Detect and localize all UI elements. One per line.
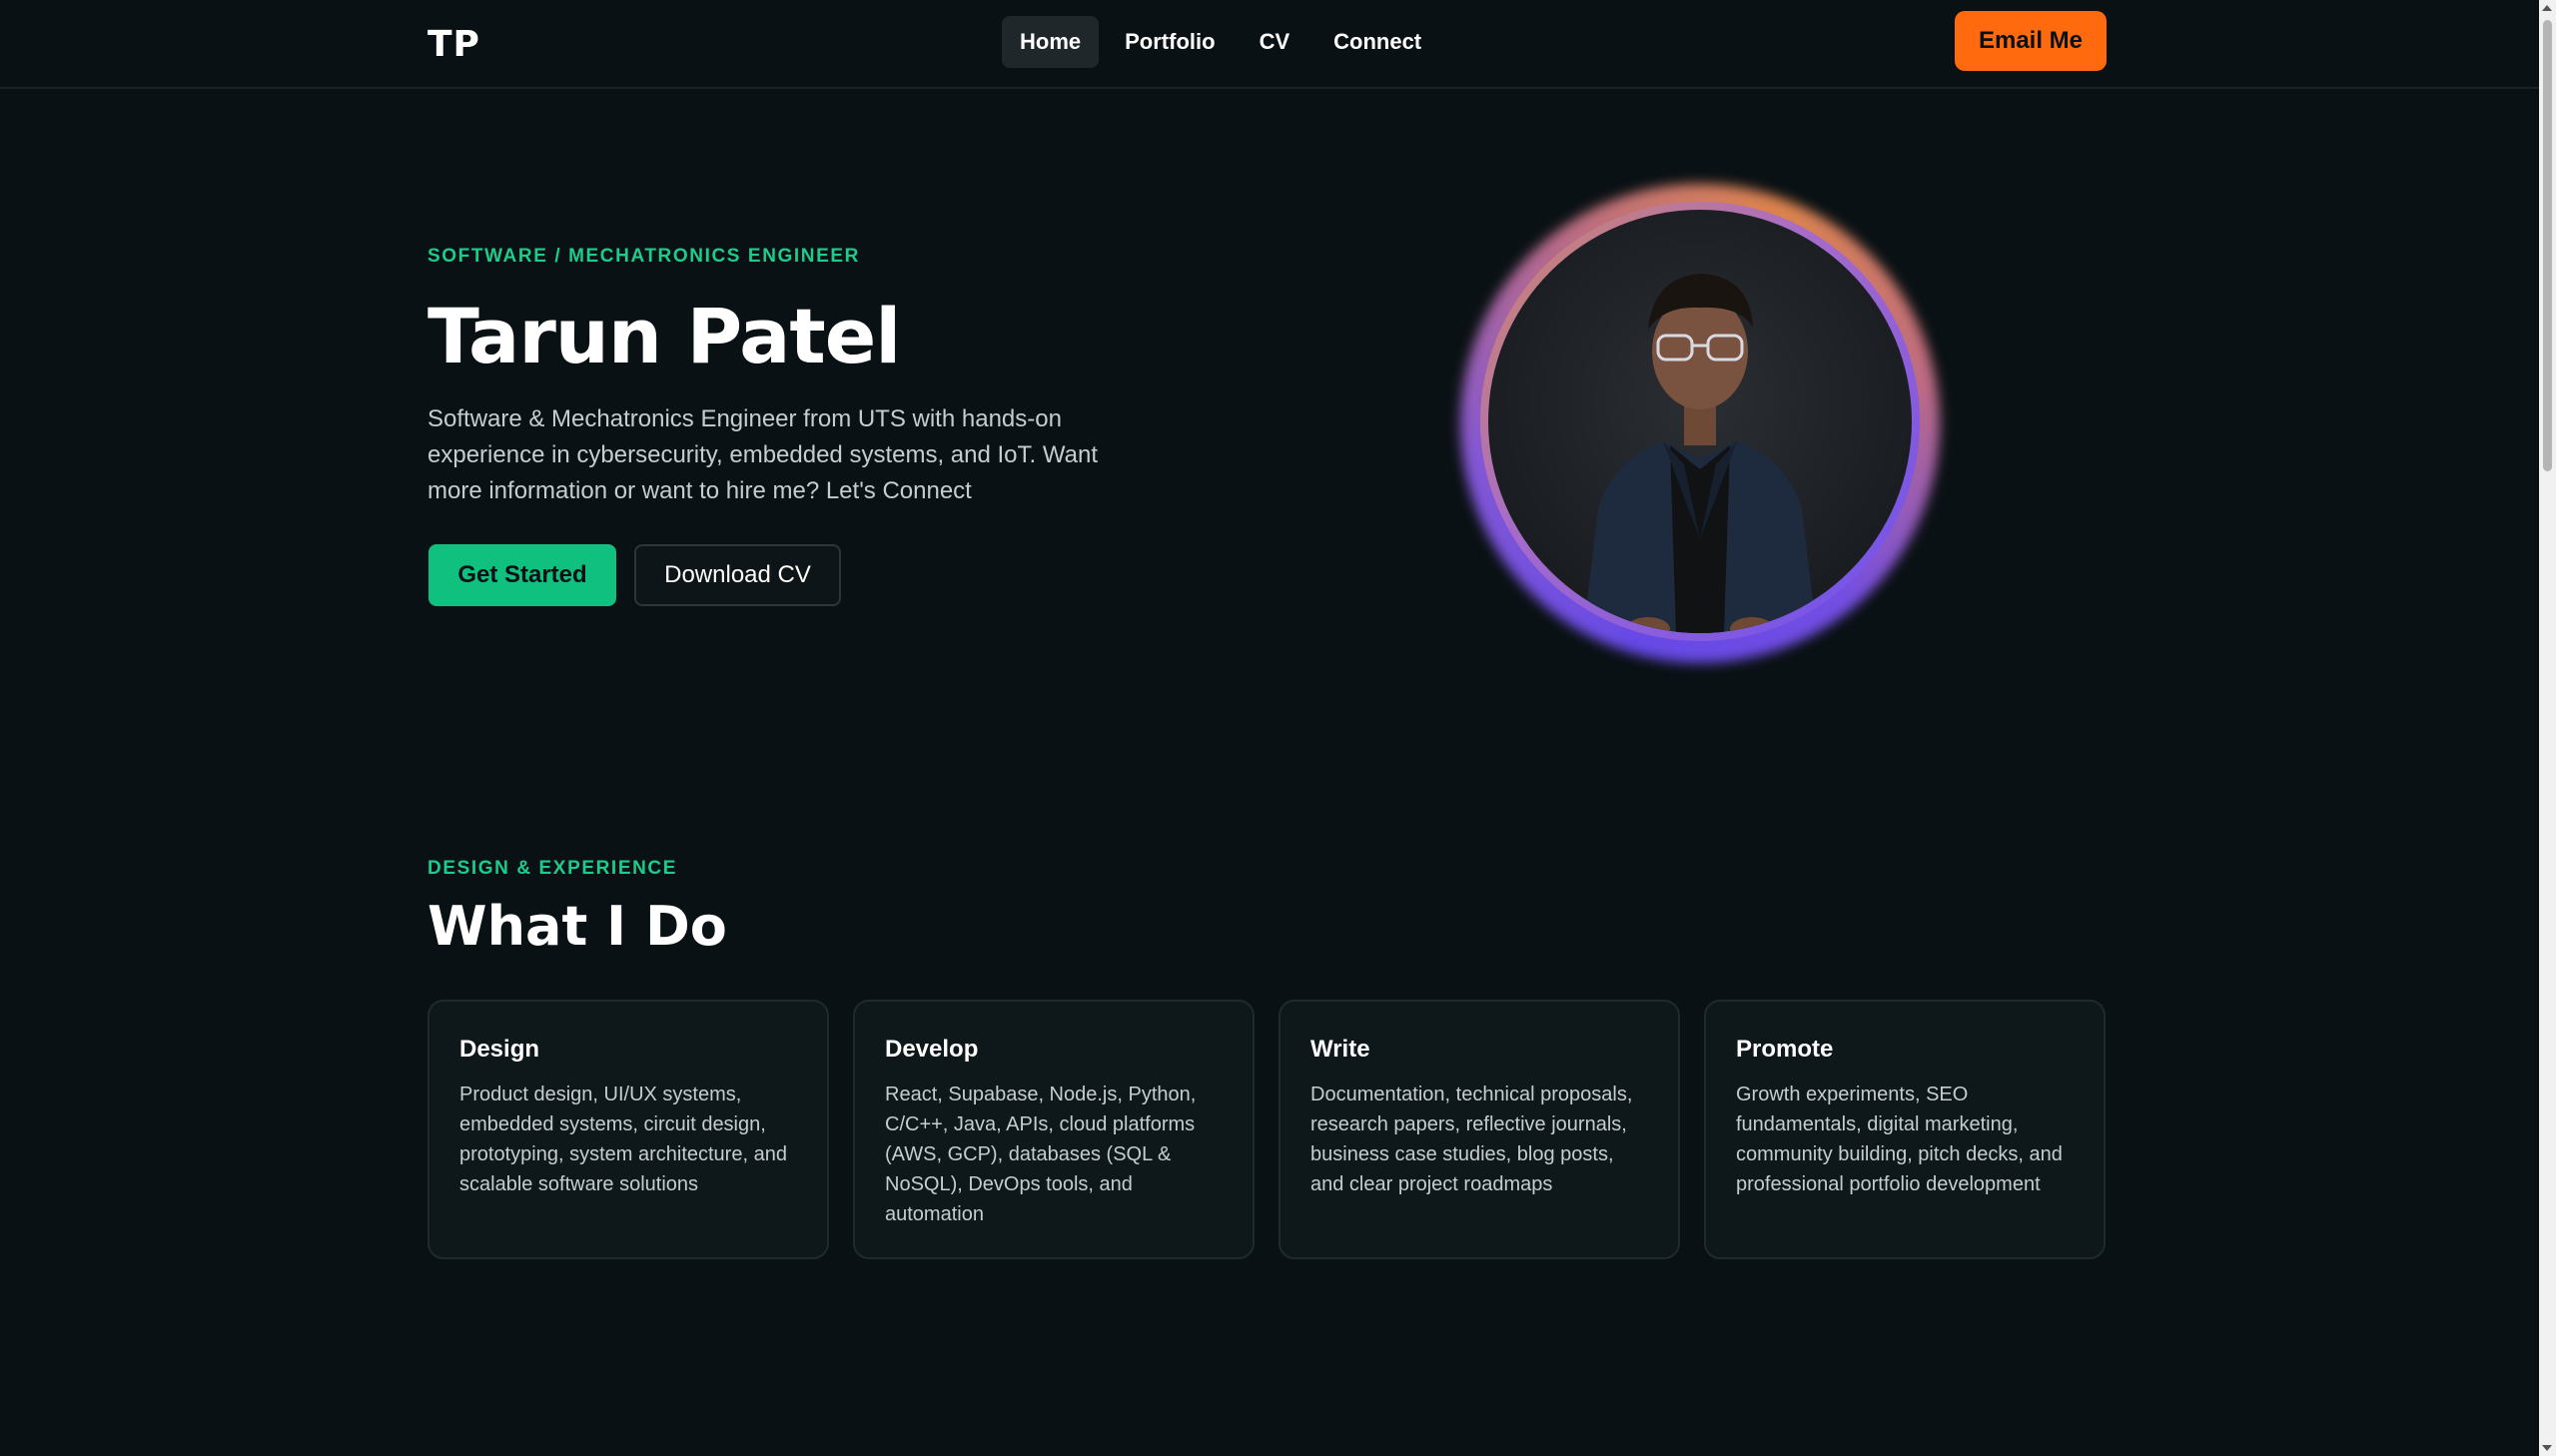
section-title: What I Do xyxy=(427,895,727,958)
nav-link-home[interactable]: Home xyxy=(1002,16,1100,68)
get-started-button[interactable]: Get Started xyxy=(428,544,616,606)
card-title: Design xyxy=(459,1036,540,1063)
card-text: React, Supabase, Node.js, Python, C/C++,… xyxy=(885,1084,1197,1225)
vertical-scrollbar[interactable] xyxy=(2539,0,2556,1456)
nav-links: Home Portfolio CV Connect xyxy=(1002,16,1439,68)
download-cv-button[interactable]: Download CV xyxy=(634,544,841,606)
card-promote: Promote Growth experiments, SEO fundamen… xyxy=(1704,1000,2106,1259)
hero-description: Software & Mechatronics Engineer from UT… xyxy=(427,405,1098,504)
nav-link-cv[interactable]: CV xyxy=(1242,16,1308,68)
scroll-thumb[interactable] xyxy=(2543,20,2552,471)
card-title: Write xyxy=(1310,1036,1370,1063)
hero-title: Tarun Patel xyxy=(427,292,901,380)
logo[interactable]: TP xyxy=(427,24,480,65)
nav-link-portfolio[interactable]: Portfolio xyxy=(1107,16,1233,68)
section-eyebrow: DESIGN & EXPERIENCE xyxy=(427,858,678,879)
card-text: Documentation, technical proposals, rese… xyxy=(1310,1084,1633,1195)
card-develop: Develop React, Supabase, Node.js, Python… xyxy=(853,1000,1255,1259)
scroll-up-icon[interactable] xyxy=(2542,5,2552,11)
service-cards: Design Product design, UI/UX systems, em… xyxy=(427,1000,2106,1259)
nav-link-connect[interactable]: Connect xyxy=(1315,16,1439,68)
scroll-down-icon[interactable] xyxy=(2542,1445,2552,1451)
hero-eyebrow: SOFTWARE / MECHATRONICS ENGINEER xyxy=(427,246,860,267)
card-title: Develop xyxy=(885,1036,979,1063)
card-design: Design Product design, UI/UX systems, em… xyxy=(427,1000,829,1259)
profile-photo xyxy=(1488,210,1912,633)
email-me-button[interactable]: Email Me xyxy=(1955,11,2107,71)
card-text: Product design, UI/UX systems, embedded … xyxy=(459,1084,787,1195)
card-title: Promote xyxy=(1736,1036,1834,1063)
card-write: Write Documentation, technical proposals… xyxy=(1278,1000,1680,1259)
person-portrait-icon xyxy=(1583,274,1817,633)
top-nav: TP Home Portfolio CV Connect Email Me xyxy=(0,0,2539,89)
card-text: Growth experiments, SEO fundamentals, di… xyxy=(1736,1084,2063,1195)
